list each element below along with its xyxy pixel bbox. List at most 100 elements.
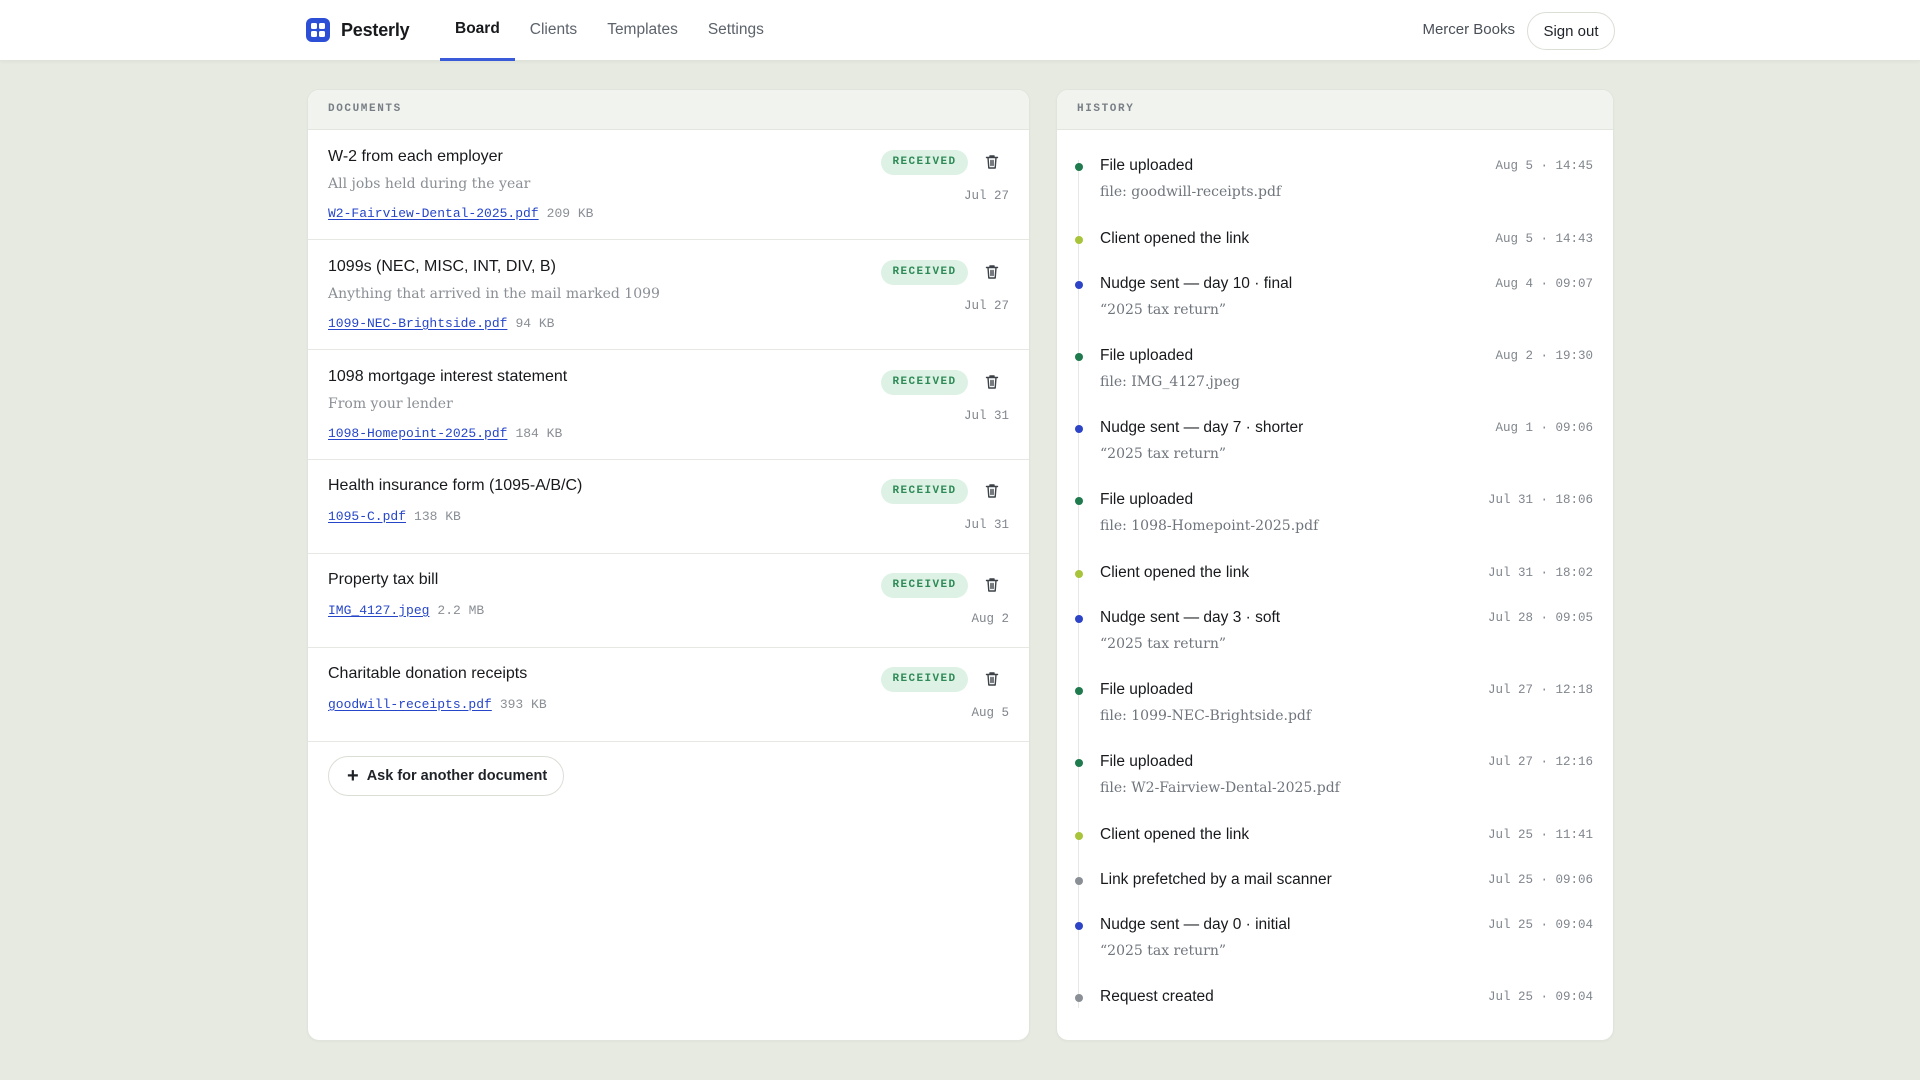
sign-out-button[interactable]: Sign out	[1527, 12, 1615, 50]
history-title: File uploaded	[1100, 157, 1194, 174]
document-file: W2-Fairview-Dental-2025.pdf 209 KB	[328, 206, 593, 221]
system-dot-icon	[1075, 877, 1083, 885]
document-row: Charitable donation receipts goodwill-re…	[308, 648, 1029, 742]
history-time: Aug 5 · 14:43	[1495, 232, 1593, 246]
nudge-dot-icon	[1075, 425, 1083, 433]
upload-dot-icon	[1075, 687, 1083, 695]
history-panel: HISTORY File uploaded file: goodwill-rec…	[1056, 89, 1614, 1041]
upload-dot-icon	[1075, 497, 1083, 505]
app-logo-icon	[306, 18, 330, 42]
history-time: Jul 25 · 09:04	[1487, 990, 1593, 1004]
status-badge: RECEIVED	[881, 150, 968, 175]
plus-icon: +	[347, 765, 359, 787]
trash-icon[interactable]	[983, 670, 1001, 688]
documents-panel: DOCUMENTS W-2 from each employer All job…	[307, 89, 1030, 1041]
main-nav: Board Clients Templates Settings	[440, 0, 779, 61]
file-link[interactable]: 1098-Homepoint-2025.pdf	[328, 426, 507, 441]
history-detail: file: W2-Fairview-Dental-2025.pdf	[1100, 780, 1340, 796]
history-title: Nudge sent — day 3 · soft	[1100, 609, 1281, 626]
status-badge: RECEIVED	[881, 260, 968, 285]
document-title: Charitable donation receipts	[328, 665, 528, 682]
file-size: 138 KB	[414, 509, 461, 524]
history-time: Aug 5 · 14:45	[1495, 159, 1593, 173]
history-time: Jul 25 · 11:41	[1487, 828, 1593, 842]
history-time: Aug 4 · 09:07	[1495, 277, 1593, 291]
document-date: Jul 31	[963, 518, 1009, 532]
trash-icon[interactable]	[983, 576, 1001, 594]
history-detail: file: goodwill-receipts.pdf	[1100, 184, 1282, 200]
nav-clients[interactable]: Clients	[515, 0, 592, 61]
document-title: 1099s (NEC, MISC, INT, DIV, B)	[328, 258, 556, 275]
history-title: Request created	[1100, 988, 1214, 1005]
history-time: Jul 27 · 12:16	[1487, 755, 1593, 769]
top-bar: Pesterly Board Clients Templates Setting…	[0, 0, 1920, 61]
nav-templates[interactable]: Templates	[592, 0, 693, 61]
upload-dot-icon	[1075, 163, 1083, 171]
file-size: 94 KB	[515, 316, 555, 331]
app-name: Pesterly	[341, 19, 410, 40]
opened-dot-icon	[1075, 570, 1083, 578]
file-size: 2.2 MB	[437, 603, 485, 618]
trash-icon[interactable]	[983, 482, 1001, 500]
document-file: 1095-C.pdf 138 KB	[328, 509, 461, 524]
history-title: Nudge sent — day 0 · initial	[1100, 916, 1291, 933]
document-row: Property tax bill IMG_4127.jpeg 2.2 MB RE…	[308, 554, 1029, 648]
brand[interactable]: Pesterly	[306, 18, 410, 42]
upload-dot-icon	[1075, 759, 1083, 767]
file-size: 209 KB	[546, 206, 594, 221]
history-detail: “2025 tax return”	[1100, 636, 1227, 652]
trash-icon[interactable]	[983, 153, 1001, 171]
upload-dot-icon	[1075, 353, 1083, 361]
document-file: IMG_4127.jpeg 2.2 MB	[328, 603, 484, 618]
file-link[interactable]: 1099-NEC-Brightside.pdf	[328, 316, 507, 331]
ask-another-document-label: Ask for another document	[366, 768, 548, 784]
document-row: 1099s (NEC, MISC, INT, DIV, B) Anything …	[308, 240, 1029, 350]
document-subtitle: All jobs held during the year	[328, 176, 531, 192]
document-file: 1099-NEC-Brightside.pdf 94 KB	[328, 316, 554, 331]
document-title: W-2 from each employer	[328, 148, 503, 165]
opened-dot-icon	[1075, 832, 1083, 840]
history-title: File uploaded	[1100, 681, 1194, 698]
document-row: 1098 mortgage interest statement From yo…	[308, 350, 1029, 460]
document-date: Aug 2	[971, 612, 1009, 626]
file-size: 393 KB	[499, 697, 547, 712]
history-time: Jul 28 · 09:05	[1487, 611, 1593, 625]
history-title: Client opened the link	[1100, 826, 1250, 843]
nudge-dot-icon	[1075, 922, 1083, 930]
document-file: 1098-Homepoint-2025.pdf 184 KB	[328, 426, 562, 441]
documents-heading: DOCUMENTS	[308, 90, 1029, 130]
file-link[interactable]: IMG_4127.jpeg	[328, 603, 429, 618]
history-heading: HISTORY	[1057, 90, 1613, 130]
trash-icon[interactable]	[983, 373, 1001, 391]
nudge-dot-icon	[1075, 281, 1083, 289]
document-title: Property tax bill	[328, 571, 439, 588]
trash-icon[interactable]	[983, 263, 1001, 281]
nav-settings[interactable]: Settings	[693, 0, 779, 61]
history-detail: “2025 tax return”	[1100, 943, 1227, 959]
history-time: Jul 25 · 09:06	[1487, 873, 1593, 887]
document-subtitle: From your lender	[328, 396, 453, 412]
status-badge: RECEIVED	[881, 573, 968, 598]
document-file: goodwill-receipts.pdf 393 KB	[328, 697, 547, 712]
document-date: Jul 27	[963, 189, 1009, 203]
history-title: File uploaded	[1100, 753, 1194, 770]
history-detail: “2025 tax return”	[1100, 446, 1227, 462]
history-detail: file: 1099-NEC-Brightside.pdf	[1100, 708, 1312, 724]
nav-board[interactable]: Board	[440, 0, 515, 61]
history-time: Jul 31 · 18:06	[1487, 493, 1593, 507]
history-time: Jul 31 · 18:02	[1487, 566, 1593, 580]
file-link[interactable]: W2-Fairview-Dental-2025.pdf	[328, 206, 539, 221]
history-title: Link prefetched by a mail scanner	[1100, 871, 1332, 888]
status-badge: RECEIVED	[881, 479, 968, 504]
history-title: Client opened the link	[1100, 230, 1250, 247]
file-link[interactable]: goodwill-receipts.pdf	[328, 697, 492, 712]
document-title: Health insurance form (1095-A/B/C)	[328, 477, 583, 494]
history-time: Jul 27 · 12:18	[1487, 683, 1593, 697]
ask-another-document-button[interactable]: + Ask for another document	[328, 756, 564, 796]
history-time: Jul 25 · 09:04	[1487, 918, 1593, 932]
document-subtitle: Anything that arrived in the mail marked…	[328, 286, 660, 302]
status-badge: RECEIVED	[881, 667, 968, 692]
file-link[interactable]: 1095-C.pdf	[328, 509, 406, 524]
history-detail: file: 1098-Homepoint-2025.pdf	[1100, 518, 1319, 534]
history-time: Aug 2 · 19:30	[1495, 349, 1593, 363]
